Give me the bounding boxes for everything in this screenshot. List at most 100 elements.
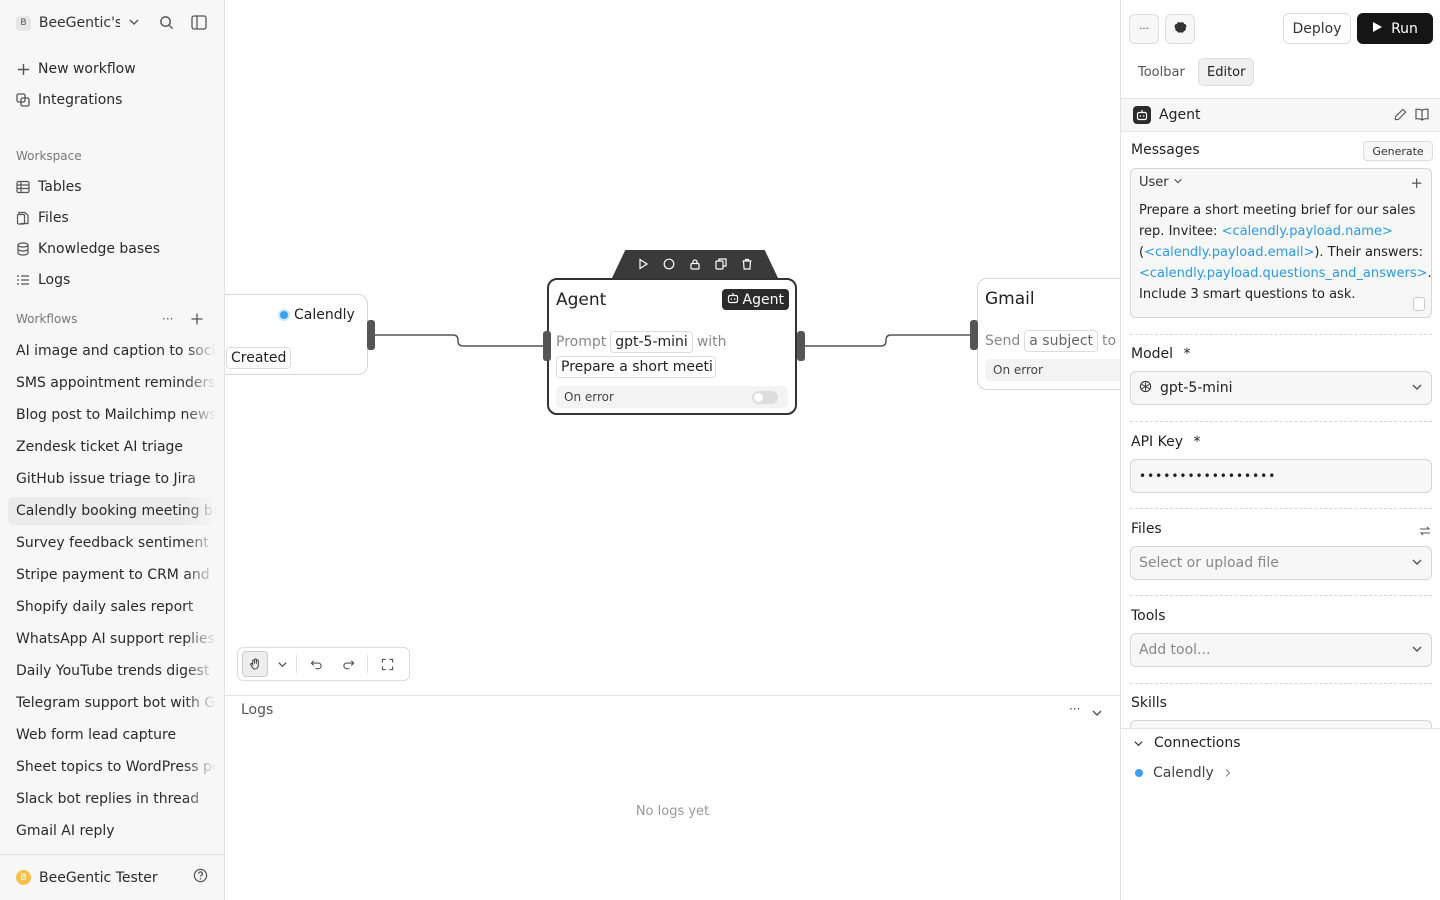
api-key-value: ••••••••••••••••• bbox=[1139, 469, 1277, 483]
calendly-title: Calendly bbox=[278, 307, 355, 323]
deploy-button[interactable]: Deploy bbox=[1283, 13, 1351, 44]
redo-icon[interactable] bbox=[335, 651, 361, 677]
edit-icon[interactable] bbox=[1394, 106, 1407, 125]
workflow-item[interactable]: Zendesk ticket AI triage bbox=[8, 433, 216, 461]
sidebar-item-logs[interactable]: Logs bbox=[8, 265, 216, 295]
edge-agent-gmail bbox=[805, 334, 973, 347]
skills-select[interactable] bbox=[1130, 720, 1432, 728]
hand-tool-icon[interactable] bbox=[242, 651, 268, 677]
message-text[interactable]: Prepare a short meeting brief for our sa… bbox=[1139, 200, 1432, 305]
message-role-select[interactable]: User bbox=[1139, 175, 1183, 190]
sidebar-item-files[interactable]: Files bbox=[8, 203, 216, 233]
divider bbox=[296, 655, 297, 673]
agent-input-handle[interactable] bbox=[543, 331, 551, 361]
workspace-badge: B bbox=[16, 15, 31, 31]
undo-icon[interactable] bbox=[303, 651, 329, 677]
resize-handle-icon[interactable] bbox=[1413, 297, 1425, 311]
agent-output-handle[interactable] bbox=[797, 331, 805, 361]
on-error-toggle[interactable] bbox=[752, 391, 778, 404]
new-workflow-button[interactable]: New workflow bbox=[8, 54, 216, 84]
workflow-item[interactable]: Gmail AI reply bbox=[8, 817, 216, 845]
connection-item-calendly[interactable]: Calendly bbox=[1135, 765, 1232, 781]
gmail-on-error-row: On error bbox=[985, 359, 1120, 381]
required-mark: * bbox=[1193, 434, 1201, 450]
play-icon[interactable] bbox=[637, 258, 649, 270]
gmail-input-handle[interactable] bbox=[970, 320, 978, 350]
workflow-item[interactable]: Daily YouTube trends digest bbox=[8, 657, 216, 685]
logs-more-icon[interactable]: ··· bbox=[1069, 702, 1080, 716]
add-message-icon[interactable]: + bbox=[1410, 174, 1423, 192]
workflow-item[interactable]: Telegram support bot with GPT bbox=[8, 689, 216, 717]
add-workflow-icon[interactable] bbox=[190, 311, 204, 330]
user-footer[interactable]: B BeeGentic Tester bbox=[0, 854, 224, 900]
run-button[interactable]: Run bbox=[1357, 13, 1433, 44]
play-icon bbox=[1372, 21, 1383, 37]
skills-label: Skills bbox=[1131, 695, 1167, 711]
workflow-item[interactable]: Web form lead capture bbox=[8, 721, 216, 749]
block-header: Agent bbox=[1121, 98, 1440, 132]
chevron-down-icon[interactable] bbox=[274, 651, 290, 677]
calendly-node[interactable]: Calendly Created bbox=[225, 294, 368, 375]
logs-title: Logs bbox=[241, 702, 274, 718]
agent-node[interactable]: Agent Agent Prompt gpt-5-mini with Prepa… bbox=[547, 278, 797, 415]
help-icon[interactable] bbox=[193, 868, 208, 887]
trash-icon[interactable] bbox=[741, 258, 753, 270]
on-error-label: On error bbox=[564, 390, 614, 404]
logs-panel: Logs ··· No logs yet bbox=[225, 695, 1120, 900]
fullscreen-icon[interactable] bbox=[374, 651, 400, 677]
list-icon bbox=[16, 273, 30, 287]
workflow-item[interactable]: Blog post to Mailchimp newsletter bbox=[8, 401, 216, 429]
workspace-switcher[interactable]: B BeeGentic's bbox=[8, 8, 148, 38]
workflow-item[interactable]: Survey feedback sentiment bbox=[8, 529, 216, 557]
model-value: gpt-5-mini bbox=[1160, 380, 1233, 396]
sidebar-item-tables[interactable]: Tables bbox=[8, 172, 216, 202]
workflow-item[interactable]: Sheet topics to WordPress posts bbox=[8, 753, 216, 781]
workflow-item[interactable]: Calendly booking meeting brief bbox=[8, 497, 216, 525]
collapse-logs-icon[interactable] bbox=[1091, 704, 1103, 723]
workflow-canvas[interactable]: Calendly Created Agent Agent Prompt gpt-… bbox=[225, 0, 1120, 695]
tab-toolbar[interactable]: Toolbar bbox=[1130, 58, 1193, 86]
divider bbox=[1130, 334, 1432, 335]
lock-icon[interactable] bbox=[689, 258, 701, 270]
gmail-node[interactable]: Gmail Send a subject to On error bbox=[977, 278, 1120, 390]
workflows-more-icon[interactable]: ··· bbox=[162, 312, 173, 326]
workflow-item[interactable]: SMS appointment reminders bbox=[8, 369, 216, 397]
connection-label: Calendly bbox=[1153, 765, 1214, 781]
ai-assistant-button[interactable] bbox=[1165, 14, 1195, 44]
chevron-down-icon bbox=[1411, 556, 1423, 571]
more-options-button[interactable]: ··· bbox=[1129, 14, 1159, 44]
circle-icon[interactable] bbox=[663, 258, 675, 270]
api-key-input[interactable]: ••••••••••••••••• bbox=[1130, 459, 1432, 493]
files-select[interactable]: Select or upload file bbox=[1130, 546, 1432, 580]
workflow-item[interactable]: WhatsApp AI support replies bbox=[8, 625, 216, 653]
agent-prompt-row: Prompt gpt-5-mini with bbox=[556, 331, 727, 353]
workflow-item[interactable]: AI image and caption to social bbox=[8, 337, 216, 365]
workflow-item[interactable]: Stripe payment to CRM and bbox=[8, 561, 216, 589]
tools-select[interactable]: Add tool... bbox=[1130, 633, 1432, 667]
search-icon[interactable] bbox=[156, 12, 176, 32]
calendly-title-text: Calendly bbox=[294, 307, 355, 323]
files-label: Files bbox=[1131, 521, 1162, 537]
workflow-item[interactable]: GitHub issue triage to Jira bbox=[8, 465, 216, 493]
model-select[interactable]: gpt-5-mini bbox=[1130, 371, 1432, 405]
node-action-toolbar bbox=[612, 250, 778, 278]
sidebar-item-knowledge-bases[interactable]: Knowledge bases bbox=[8, 234, 216, 264]
model-label: Model * bbox=[1131, 346, 1191, 362]
sidebar-toggle-icon[interactable] bbox=[189, 12, 209, 32]
message-editor[interactable]: User + Prepare a short meeting brief for… bbox=[1130, 168, 1432, 318]
switch-mode-icon[interactable] bbox=[1419, 522, 1431, 541]
sidebar-item-label: Knowledge bases bbox=[38, 241, 161, 257]
tab-editor[interactable]: Editor bbox=[1198, 58, 1255, 86]
workflow-item[interactable]: Shopify daily sales report bbox=[8, 593, 216, 621]
integrations-link[interactable]: Integrations bbox=[8, 85, 216, 115]
workspace-name: BeeGentic's bbox=[38, 15, 120, 31]
generate-button[interactable]: Generate bbox=[1363, 141, 1433, 161]
gmail-node-title: Gmail bbox=[985, 289, 1035, 309]
model-label-text: Model bbox=[1131, 346, 1174, 362]
workflow-item[interactable]: Slack bot replies in thread bbox=[8, 785, 216, 813]
agent-on-error-row: On error bbox=[556, 386, 788, 408]
duplicate-icon[interactable] bbox=[715, 258, 727, 270]
connections-toggle[interactable]: Connections bbox=[1133, 735, 1241, 751]
docs-book-icon[interactable] bbox=[1415, 106, 1429, 125]
calendly-output-handle[interactable] bbox=[367, 320, 375, 350]
